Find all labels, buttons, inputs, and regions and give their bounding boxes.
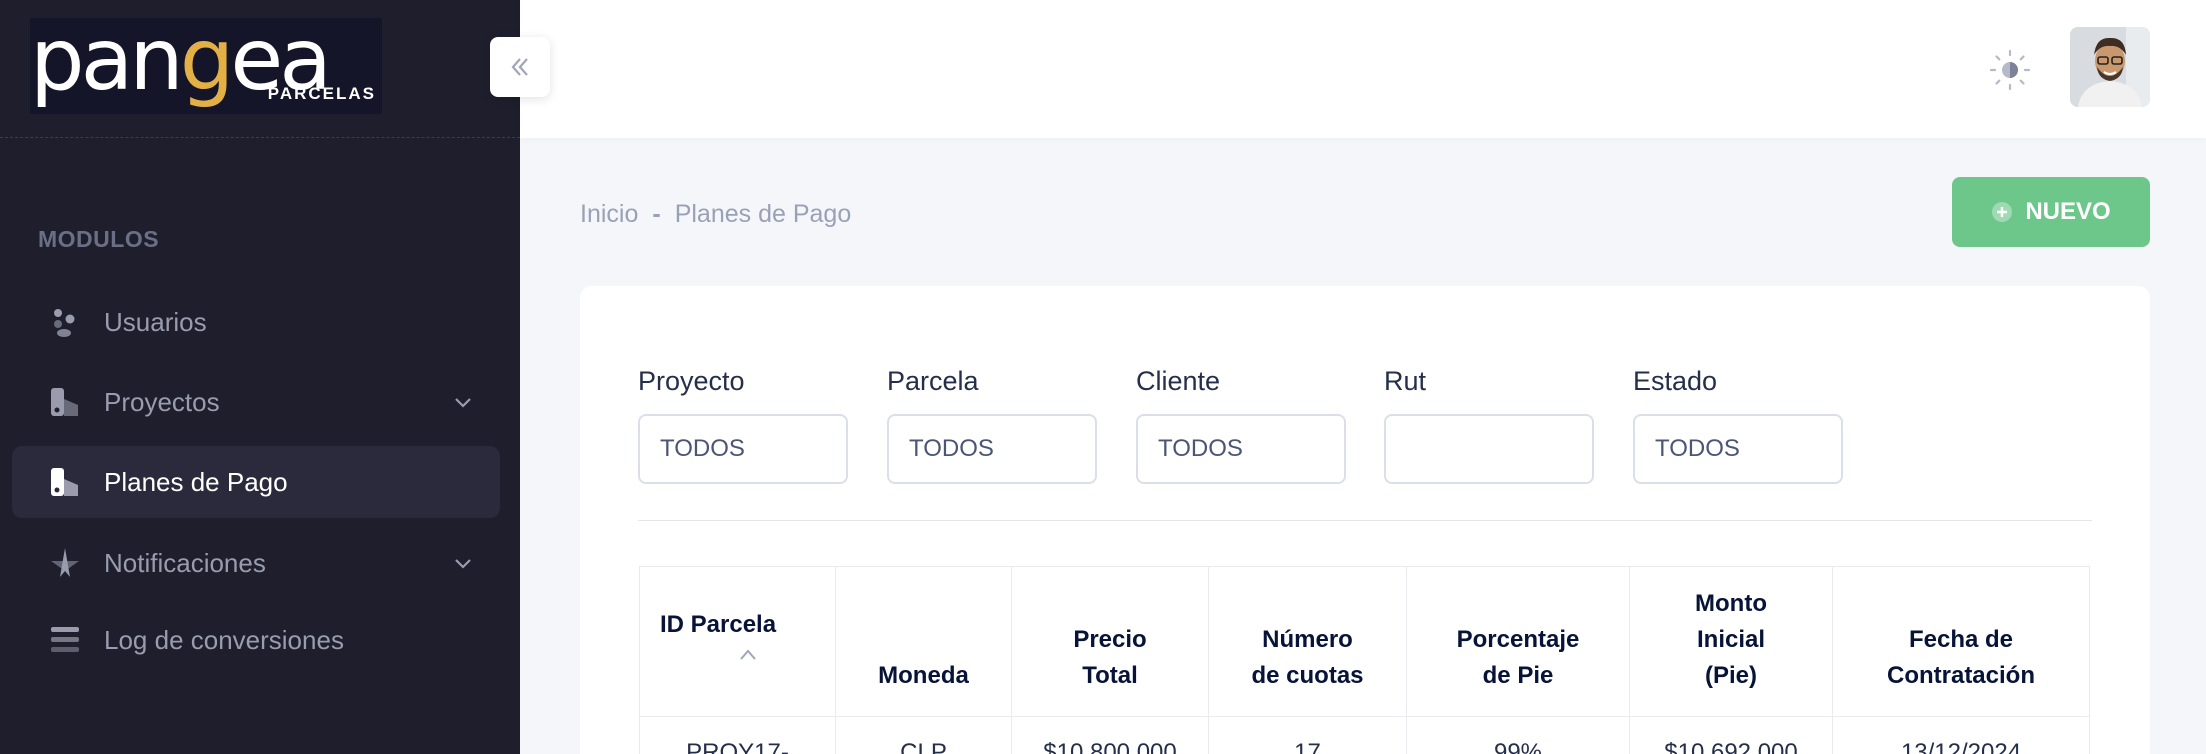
filter-parcela: Parcela TODOS xyxy=(887,366,1097,484)
logo-word-start: pan xyxy=(30,10,184,110)
logo-subtitle: PARCELAS xyxy=(267,84,376,103)
header-text: Porcentaje xyxy=(1456,626,1580,653)
filter-cliente-select[interactable]: TODOS xyxy=(1136,414,1346,484)
filter-label: Parcela xyxy=(887,366,979,396)
column-header-monto-inicial[interactable]: Monto Inicial (Pie) xyxy=(1629,566,1833,717)
sidebar-item-proyectos[interactable]: Proyectos xyxy=(12,366,500,438)
column-header-fecha-contratacion[interactable]: Fecha de Contratación xyxy=(1832,566,2090,717)
breadcrumb: Inicio - Planes de Pago xyxy=(580,200,851,229)
cell-moneda: CLP xyxy=(835,716,1012,754)
filters-divider xyxy=(638,520,2092,521)
notifications-icon xyxy=(51,548,79,577)
filter-proyecto-select[interactable]: TODOS xyxy=(638,414,848,484)
filter-rut: Rut xyxy=(1384,366,1594,484)
header-text: Precio xyxy=(1073,626,1147,653)
filter-label: Cliente xyxy=(1136,366,1221,396)
cell-porcentaje-pie: 99% xyxy=(1406,716,1630,754)
sidebar-collapse-button[interactable] xyxy=(490,37,550,97)
logo-area: pangea PARCELAS xyxy=(0,0,520,138)
sidebar-item-label: Notificaciones xyxy=(104,547,266,578)
double-chevron-left-icon xyxy=(511,58,528,76)
top-header xyxy=(520,0,2206,138)
header-text: (Pie) xyxy=(1704,662,1757,689)
header-text: de cuotas xyxy=(1251,662,1364,689)
filter-proyecto: Proyecto TODOS xyxy=(638,366,848,484)
payment-plans-icon xyxy=(51,468,78,496)
plus-circle-icon xyxy=(1992,202,2013,222)
sidebar-item-label: Proyectos xyxy=(104,386,220,417)
logo-word-accent: g xyxy=(179,10,235,110)
filter-estado: Estado TODOS xyxy=(1633,366,1843,484)
column-header-moneda[interactable]: Moneda xyxy=(835,566,1012,717)
sidebar-item-planes-de-pago[interactable]: Planes de Pago xyxy=(12,446,500,518)
projects-icon xyxy=(51,388,78,416)
header-text: Fecha de xyxy=(1908,626,2014,653)
filter-label: Estado xyxy=(1633,366,1718,396)
table-header-row: ID Parcela Moneda Precio Total Número de… xyxy=(639,566,2090,717)
header-text: Total xyxy=(1082,662,1138,689)
users-icon xyxy=(54,309,75,337)
user-avatar[interactable] xyxy=(2070,27,2150,107)
chevron-down-icon xyxy=(455,398,471,408)
column-header-porcentaje-pie[interactable]: Porcentaje de Pie xyxy=(1406,566,1630,717)
table-row[interactable]: PROY17- CLP $10.800.000 17 99% $10.692.0… xyxy=(639,716,2090,754)
sidebar-item-notificaciones[interactable]: Notificaciones xyxy=(12,527,500,599)
header-text: Moneda xyxy=(878,662,969,689)
cell-monto-inicial: $10.692.000 xyxy=(1629,716,1833,754)
column-header-numero-cuotas[interactable]: Número de cuotas xyxy=(1208,566,1407,717)
column-header-id-parcela[interactable]: ID Parcela xyxy=(639,566,836,717)
header-text: ID Parcela xyxy=(660,611,777,638)
filter-label: Proyecto xyxy=(638,366,745,396)
breadcrumb-separator: - xyxy=(652,200,661,228)
sidebar-item-label: Usuarios xyxy=(104,306,207,337)
payment-plans-table: ID Parcela Moneda Precio Total Número de… xyxy=(639,566,2090,754)
breadcrumb-home[interactable]: Inicio xyxy=(580,200,638,229)
filter-rut-input[interactable] xyxy=(1384,414,1594,484)
log-icon xyxy=(51,627,79,652)
brand-logo[interactable]: pangea PARCELAS xyxy=(30,12,382,114)
filter-cliente: Cliente TODOS xyxy=(1136,366,1346,484)
header-text: de Pie xyxy=(1482,662,1554,689)
new-button-label: NUEVO xyxy=(2025,198,2111,225)
filter-parcela-select[interactable]: TODOS xyxy=(887,414,1097,484)
header-text: Inicial xyxy=(1696,626,1766,653)
header-text: Contratación xyxy=(1886,662,2035,689)
modules-section-label: MODULOS xyxy=(38,226,160,252)
chevron-down-icon xyxy=(455,559,471,569)
cell-precio-total: $10.800.000 xyxy=(1011,716,1209,754)
cell-numero-cuotas: 17 xyxy=(1208,716,1407,754)
cell-id-parcela: PROY17- xyxy=(639,716,836,754)
header-text: Número xyxy=(1262,626,1353,653)
cell-fecha-contratacion: 13/12/2024 xyxy=(1832,716,2090,754)
filter-estado-select[interactable]: TODOS xyxy=(1633,414,1843,484)
avatar-image xyxy=(2070,27,2150,107)
filter-label: Rut xyxy=(1384,366,1427,396)
sidebar-item-label: Log de conversiones xyxy=(104,624,344,655)
header-text: Monto xyxy=(1695,590,1767,617)
theme-toggle-icon[interactable] xyxy=(1988,48,2032,92)
new-plan-button[interactable]: NUEVO xyxy=(1952,177,2150,247)
sort-ascending-icon[interactable] xyxy=(738,647,758,661)
sidebar-item-label: Planes de Pago xyxy=(104,466,288,497)
breadcrumb-current: Planes de Pago xyxy=(674,200,852,228)
sidebar: pangea PARCELAS MODULOS Usuarios Proyect… xyxy=(0,0,520,754)
sidebar-item-log-de-conversiones[interactable]: Log de conversiones xyxy=(12,604,500,676)
payment-plans-card: Proyecto TODOS Parcela TODOS Cliente TOD… xyxy=(580,286,2150,754)
sidebar-item-usuarios[interactable]: Usuarios xyxy=(12,286,500,358)
column-header-precio-total[interactable]: Precio Total xyxy=(1011,566,1209,717)
